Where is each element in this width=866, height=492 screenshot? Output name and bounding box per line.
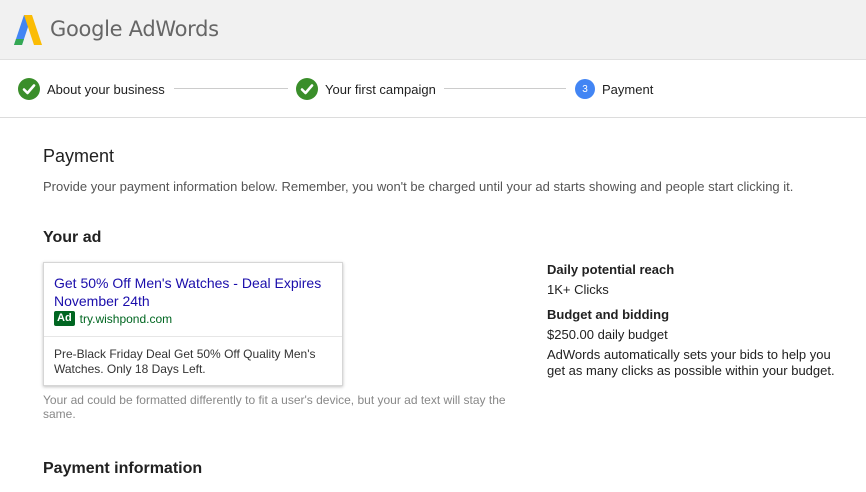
- your-ad-heading: Your ad: [43, 229, 102, 246]
- ad-format-note: Your ad could be formatted differently t…: [43, 393, 506, 421]
- check-circle-icon: [18, 78, 40, 100]
- check-circle-icon: [296, 78, 318, 100]
- budget-note: AdWords automatically sets your bids to …: [547, 347, 835, 378]
- step-connector: [174, 88, 288, 89]
- adwords-logo-icon: [14, 15, 42, 45]
- step-label: Your first campaign: [325, 81, 436, 97]
- ad-url-row: Ad try.wishpond.com: [54, 311, 172, 326]
- step-label: About your business: [47, 81, 165, 97]
- step-payment[interactable]: 3 Payment: [575, 78, 653, 100]
- step-number-badge: 3: [575, 79, 595, 99]
- step-first-campaign[interactable]: Your first campaign: [296, 78, 436, 100]
- budget-heading: Budget and bidding: [547, 307, 670, 322]
- step-about-business[interactable]: About your business: [18, 78, 165, 100]
- progress-stepper: About your business Your first campaign …: [0, 60, 866, 118]
- page-description: Provide your payment information below. …: [43, 179, 794, 194]
- brand-name: Google AdWords: [50, 17, 219, 41]
- page-title: Payment: [43, 146, 115, 166]
- payment-info-heading: Payment information: [43, 460, 203, 477]
- ad-divider: [44, 336, 342, 337]
- ad-preview-card: Get 50% Off Men's Watches - Deal Expires…: [43, 262, 343, 386]
- ad-display-url: try.wishpond.com: [79, 311, 173, 326]
- step-label: Payment: [602, 81, 654, 97]
- budget-value: $250.00 daily budget: [547, 327, 668, 342]
- brand-product: AdWords: [128, 17, 219, 41]
- ad-badge: Ad: [54, 311, 75, 326]
- brand-google: Google: [50, 17, 123, 41]
- daily-reach-value: 1K+ Clicks: [547, 282, 609, 297]
- ad-description: Pre-Black Friday Deal Get 50% Off Qualit…: [54, 347, 316, 376]
- daily-reach-heading: Daily potential reach: [547, 262, 675, 277]
- step-connector: [444, 88, 566, 89]
- app-header: Google AdWords: [0, 0, 866, 60]
- reach-budget-panel: Daily potential reach 1K+ Clicks Budget …: [547, 262, 847, 379]
- ad-headline[interactable]: Get 50% Off Men's Watches - Deal Expires…: [54, 274, 339, 310]
